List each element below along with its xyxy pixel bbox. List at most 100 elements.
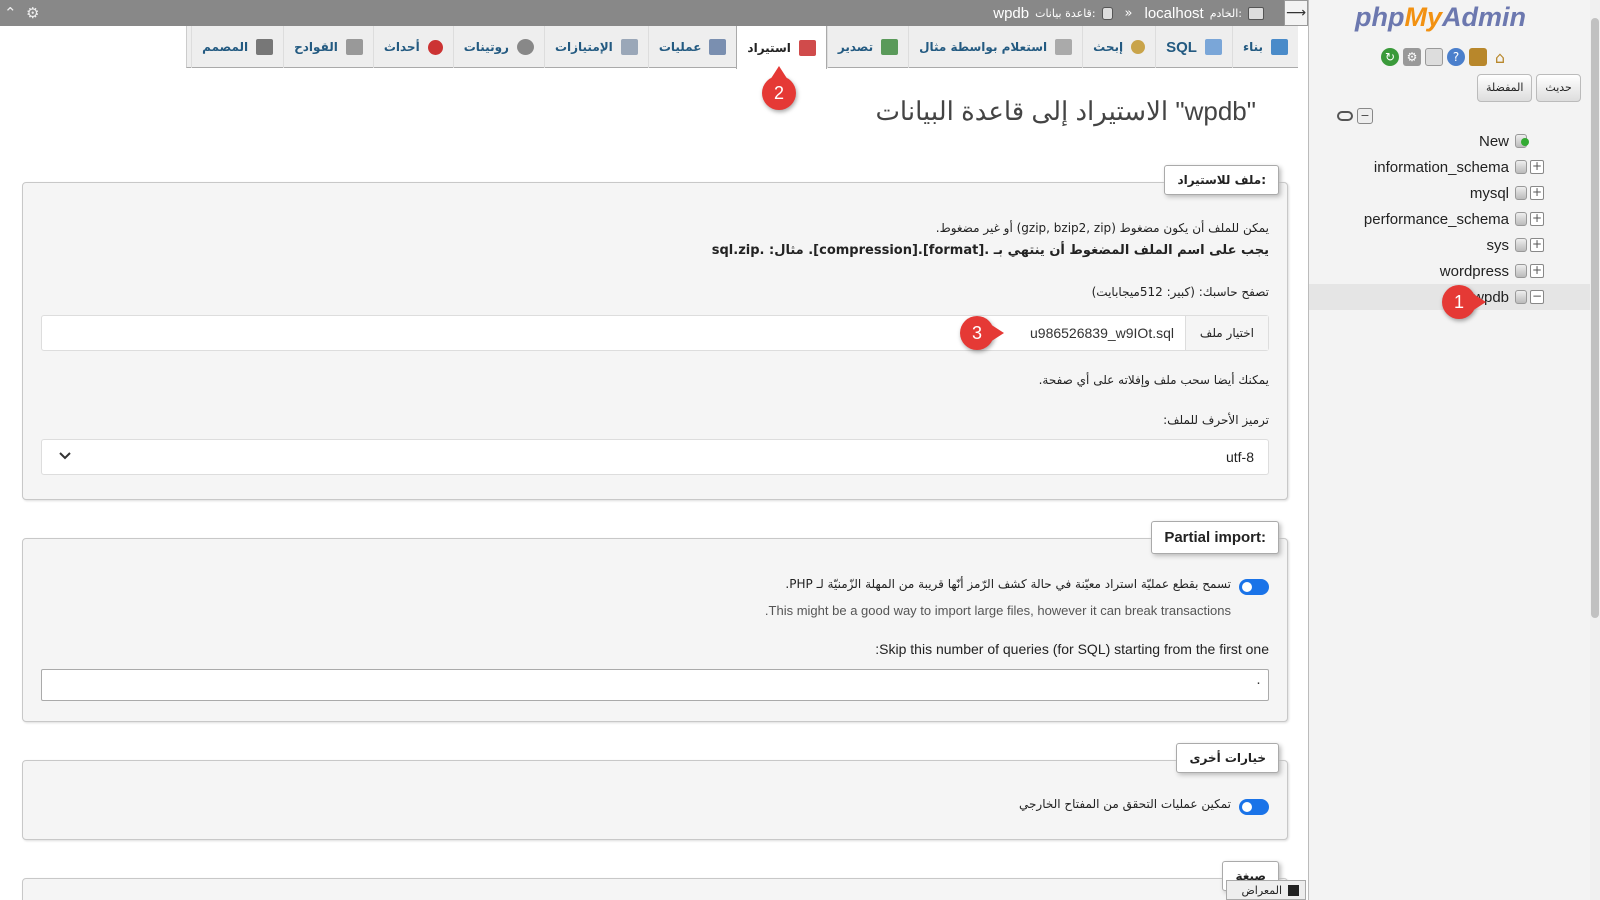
tree-item-label[interactable]: New (1479, 133, 1509, 150)
breadcrumb-separator: » (1124, 6, 1133, 21)
fold-sidebar-button[interactable]: ⟶ (1284, 0, 1308, 26)
collapse-all-icon[interactable]: − (1357, 108, 1373, 124)
tree-item-label[interactable]: wordpress (1440, 263, 1509, 280)
export-icon (881, 39, 899, 55)
expand-icon[interactable]: + (1530, 212, 1544, 226)
expand-icon[interactable]: + (1530, 238, 1544, 252)
server-icon (1248, 7, 1264, 20)
breadcrumb-server-link[interactable]: localhost (1145, 5, 1204, 22)
database-icon (1515, 264, 1527, 278)
tree-item-new[interactable]: New (1309, 128, 1600, 154)
structure-icon (1271, 39, 1288, 55)
reload-icon[interactable]: ↻ (1381, 48, 1399, 66)
database-icon (1515, 238, 1527, 252)
skip-queries-input[interactable]: ٠ (41, 669, 1269, 701)
link-icon[interactable] (1337, 111, 1353, 121)
tab-sql[interactable]: SQL (1155, 26, 1232, 68)
sidebar-scrollbar[interactable] (1590, 0, 1600, 900)
sql-icon (1204, 39, 1222, 55)
tab-operations[interactable]: عمليات (647, 26, 737, 68)
tab-search[interactable]: إبحث (1082, 26, 1155, 68)
annotation-marker-1: 1 (1442, 285, 1486, 319)
tab-label: أحداث (383, 40, 420, 54)
foreign-key-checks-label: تمكين عمليات التحقق من المفتاح الخارجي (1018, 797, 1231, 811)
tab-label: استعلام بواسطة مثال (919, 40, 1048, 54)
breadcrumb-db-label: قاعدة بيانات: (1035, 7, 1096, 20)
expand-icon[interactable]: + (1530, 160, 1544, 174)
tab-routines[interactable]: روتينات (452, 26, 544, 68)
tab-label: استيراد (747, 40, 791, 55)
tab-label: المصمم (202, 40, 249, 54)
tab-import[interactable]: استيراد (736, 26, 827, 69)
favorites-button[interactable]: المفضلة (1477, 74, 1533, 102)
tree-item-database[interactable]: + wordpress (1309, 258, 1600, 284)
choose-file-button[interactable]: اختيار ملف (1184, 316, 1268, 350)
collapse-icon[interactable]: − (1530, 290, 1544, 304)
section-legend: Partial import: (1151, 521, 1279, 554)
database-icon (1515, 290, 1527, 304)
section-legend: خيارات أخرى (1176, 743, 1279, 773)
recent-button[interactable]: حديث (1536, 74, 1581, 102)
breadcrumb-server-label: الخادم: (1209, 7, 1242, 20)
tree-item-label[interactable]: performance_schema (1364, 211, 1509, 228)
docs-icon[interactable] (1425, 48, 1443, 66)
tab-events[interactable]: أحداث (372, 26, 453, 68)
tab-triggers[interactable]: القوادح (283, 26, 373, 68)
settings-icon[interactable]: ⚙ (1403, 48, 1421, 66)
tab-label: القوادح (294, 40, 338, 54)
collapse-top-icon[interactable]: ⌃ (4, 5, 17, 21)
gear-icon[interactable]: ⚙ (26, 5, 39, 21)
tree-item-database[interactable]: + performance_schema (1309, 206, 1600, 232)
allow-interrupt-toggle[interactable] (1239, 579, 1269, 595)
tree-item-label[interactable]: sys (1487, 237, 1510, 254)
charset-label: ترميز الأحرف للملف: (1163, 413, 1269, 427)
tab-label: SQL (1166, 38, 1197, 56)
triggers-icon (345, 39, 363, 55)
navigation-sidebar: phpMyAdmin ↻ ⚙ ? ⌂ المفضلة حديث − New + … (1308, 0, 1600, 900)
annotation-marker-2: 2 (762, 66, 796, 110)
file-import-section: ملف للاستيراد: يمكن للملف أن يكون مضغوط … (22, 165, 1288, 500)
tree-item-database[interactable]: + mysql (1309, 180, 1600, 206)
console-icon (1288, 884, 1299, 896)
exit-icon[interactable] (1469, 48, 1487, 66)
tree-item-database[interactable]: + information_schema (1309, 154, 1600, 180)
foreign-key-checks-toggle[interactable] (1239, 799, 1269, 815)
compression-filename-rule: يجب على اسم الملف المضغوط أن ينتهي بـ .[… (711, 243, 1269, 258)
tab-structure[interactable]: بناء (1231, 26, 1298, 68)
query-icon (1055, 39, 1073, 55)
page-title: الاستيراد إلى قاعدة البيانات "wpdb" (875, 96, 1256, 126)
partial-import-section: Partial import: تسمح بقطع عمليّة استراد … (22, 521, 1288, 722)
charset-select[interactable]: utf-8 (41, 439, 1269, 475)
database-tree: New + information_schema + mysql + perfo… (1309, 128, 1600, 310)
database-icon (1515, 212, 1527, 226)
skip-queries-label: Skip this number of queries (for SQL) st… (875, 641, 1269, 657)
top-breadcrumb-bar: ⌃ ⚙ الخادم: localhost » قاعدة بيانات: wp… (0, 0, 1308, 26)
skip-queries-value: ٠ (1255, 676, 1262, 691)
allow-interrupt-label: تسمح بقطع عمليّة استراد معيّنة في حالة ك… (785, 577, 1231, 591)
phpmyadmin-logo[interactable]: phpMyAdmin (1355, 2, 1526, 33)
breadcrumb-db-link[interactable]: wpdb (993, 5, 1029, 22)
expand-icon[interactable]: + (1530, 186, 1544, 200)
console-toggle[interactable]: المعراض (1226, 880, 1306, 900)
tab-privileges[interactable]: الإمتيازات (543, 26, 648, 68)
tab-export[interactable]: تصدير (826, 26, 908, 68)
tab-label: روتينات (463, 40, 509, 54)
file-input[interactable]: اختيار ملف u986526839_w9IOt.sql (41, 315, 1269, 351)
plus-icon (1521, 138, 1529, 146)
search-icon (1131, 40, 1146, 54)
annotation-marker-3: 3 (960, 316, 1004, 350)
browse-label: تصفح حاسبك: (كبير: 512ميجابايت) (1091, 285, 1269, 299)
selected-file-name: u986526839_w9IOt.sql (1030, 325, 1174, 341)
other-options-section: خيارات أخرى تمكين عمليات التحقق من المفت… (22, 743, 1288, 840)
scrollbar-thumb[interactable] (1591, 18, 1599, 618)
tree-item-label[interactable]: information_schema (1374, 159, 1509, 176)
section-legend: ملف للاستيراد: (1164, 165, 1279, 195)
tree-item-label[interactable]: mysql (1470, 185, 1509, 202)
help-icon[interactable]: ? (1447, 48, 1465, 66)
collapse-controls: − (1337, 108, 1373, 124)
tab-designer[interactable]: المصمم (191, 26, 283, 68)
home-icon[interactable]: ⌂ (1491, 48, 1509, 67)
tab-query[interactable]: استعلام بواسطة مثال (908, 26, 1082, 68)
expand-icon[interactable]: + (1530, 264, 1544, 278)
tree-item-database[interactable]: + sys (1309, 232, 1600, 258)
